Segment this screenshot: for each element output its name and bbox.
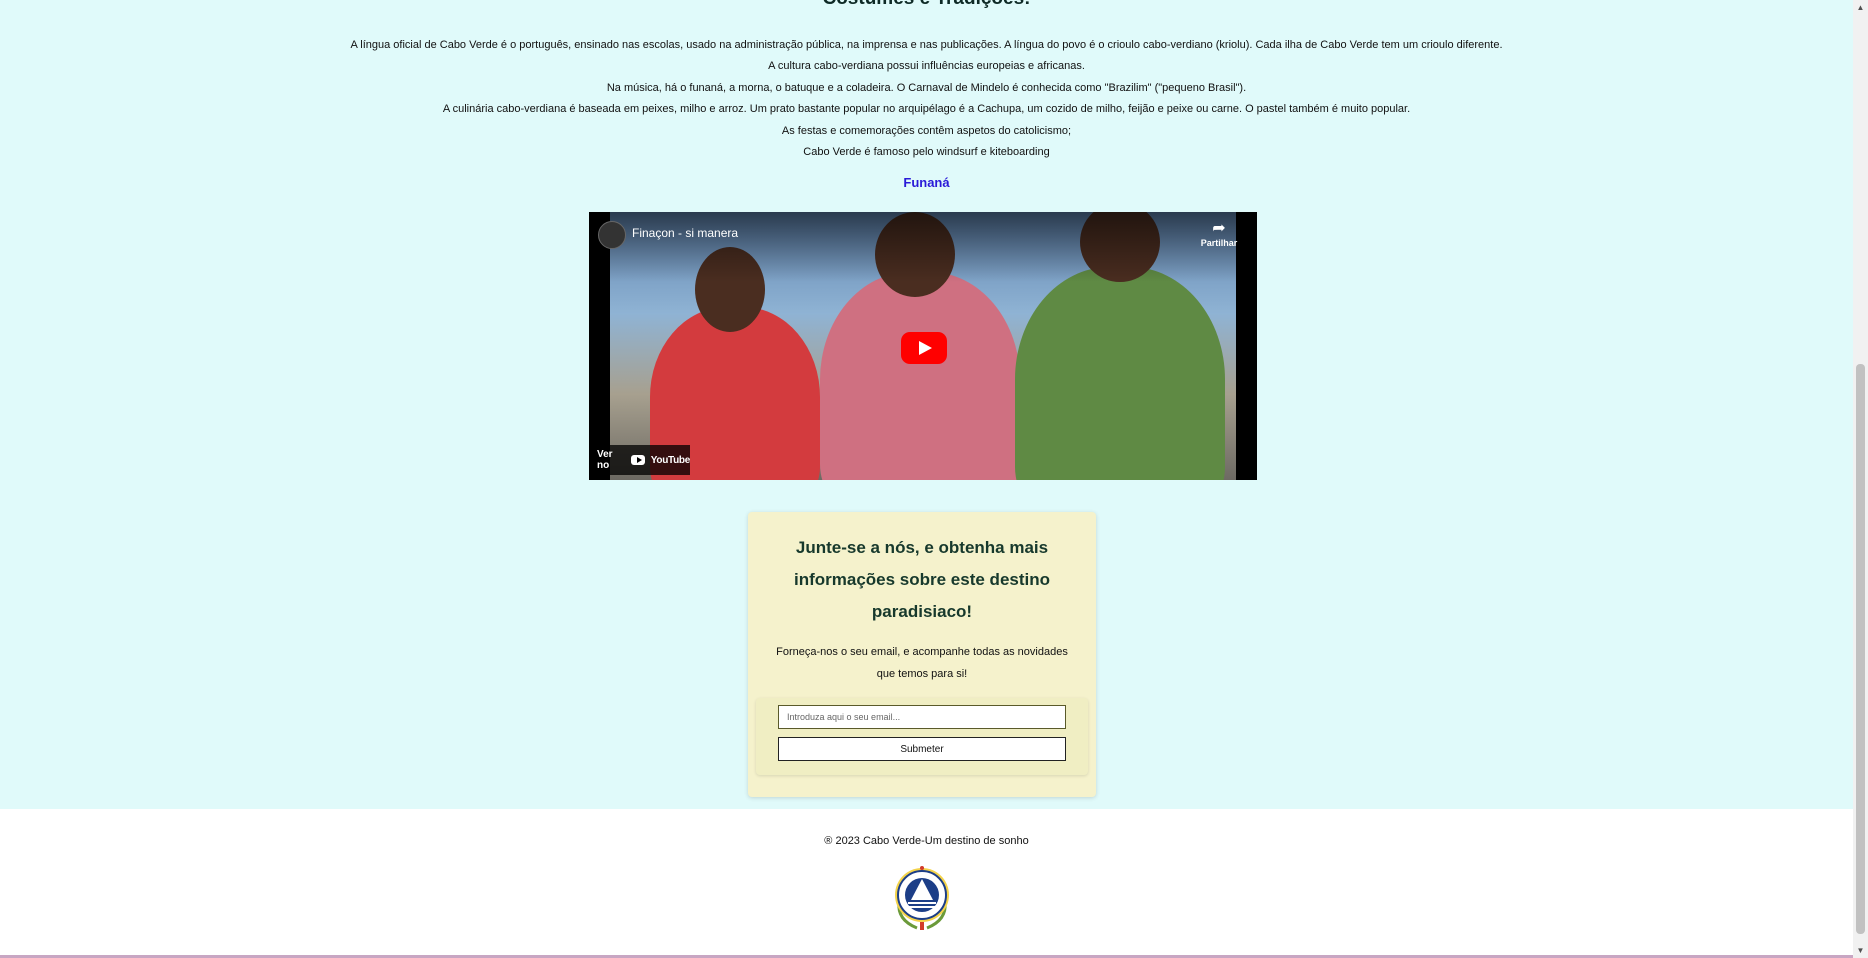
footer: ® 2023 Cabo Verde-Um destino de sonho <box>0 809 1853 958</box>
main-content: Costumes e Tradições: A língua oficial d… <box>0 0 1853 809</box>
submit-button[interactable]: Submeter <box>778 737 1066 761</box>
scrollbar-thumb[interactable] <box>1856 364 1865 934</box>
watch-on-youtube-button[interactable]: Ver no YouTube <box>589 445 690 475</box>
video-embed[interactable]: Finaçon - si manera ➦ Partilhar Ver no Y… <box>589 212 1257 480</box>
share-icon: ➦ <box>1212 220 1226 237</box>
thumbnail-figure <box>1015 267 1225 480</box>
play-button[interactable] <box>901 332 947 364</box>
share-label: Partilhar <box>1200 238 1238 248</box>
newsletter-title: Junte-se a nós, e obtenha mais informaçõ… <box>793 538 1051 621</box>
email-field[interactable] <box>778 705 1066 729</box>
video-top-shade <box>589 212 1257 282</box>
paragraph: Na música, há o funaná, a morna, o batuq… <box>606 81 1247 94</box>
paragraph: As festas e comemorações contêm aspetos … <box>781 124 1072 137</box>
paragraph: A culinária cabo-verdiana é baseada em p… <box>442 103 1411 116</box>
watch-on-label: Ver no <box>597 449 613 471</box>
cabo-verde-emblem <box>895 866 949 930</box>
scroll-up-icon[interactable]: ▲ <box>1853 0 1868 15</box>
funana-subheading: Funaná <box>903 175 950 190</box>
youtube-wordmark: YouTube <box>650 454 691 466</box>
paragraph-list: A língua oficial de Cabo Verde é o portu… <box>0 35 1853 163</box>
share-button[interactable]: ➦ Partilhar <box>1194 220 1244 248</box>
page: Costumes e Tradições: A língua oficial d… <box>0 0 1853 958</box>
paragraph: A língua oficial de Cabo Verde é o portu… <box>350 39 1503 51</box>
channel-avatar[interactable] <box>598 221 626 249</box>
video-title[interactable]: Finaçon - si manera <box>632 226 738 240</box>
newsletter-card: Junte-se a nós, e obtenha mais informaçõ… <box>748 512 1096 797</box>
vertical-scrollbar[interactable]: ▲ ▼ <box>1853 0 1868 958</box>
paragraph: A cultura cabo-verdiana possui influênci… <box>768 60 1085 73</box>
newsletter-description: Forneça-nos o seu email, e acompanhe tod… <box>776 646 1068 680</box>
section-heading: Costumes e Tradições: <box>0 0 1853 10</box>
youtube-logo-icon <box>631 455 645 465</box>
play-icon <box>919 341 932 355</box>
newsletter-form: Submeter <box>756 698 1088 775</box>
copyright-text: ® 2023 Cabo Verde-Um destino de sonho <box>824 835 1029 847</box>
scroll-down-icon[interactable]: ▼ <box>1853 943 1868 958</box>
thumbnail-figure <box>820 272 1020 480</box>
paragraph: Cabo Verde é famoso pelo windsurf e kite… <box>803 145 1050 158</box>
